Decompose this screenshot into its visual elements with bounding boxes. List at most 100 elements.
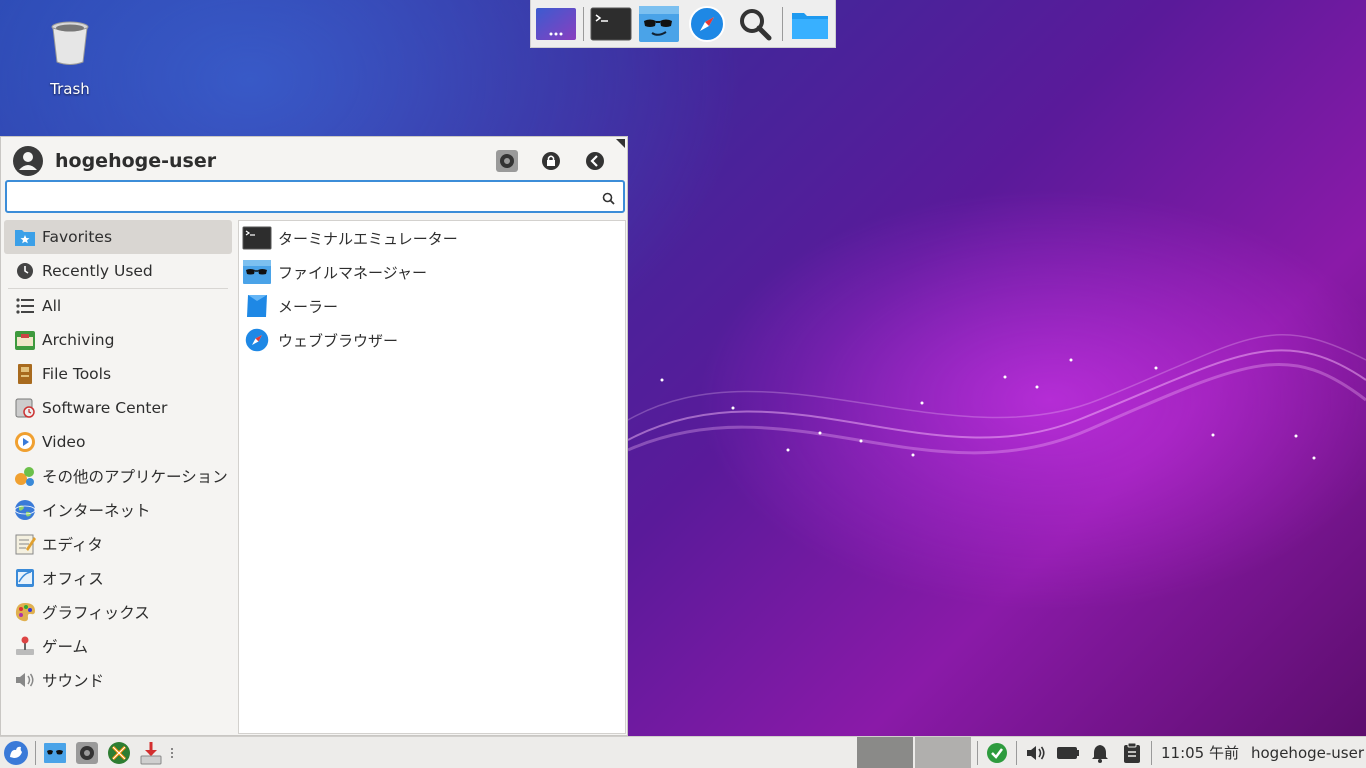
search-icon (602, 190, 615, 209)
mail-icon (242, 292, 272, 320)
taskbar-separator (35, 740, 36, 765)
category-label: サウンド (42, 672, 105, 690)
clock[interactable]: 11:05 午前 (1161, 742, 1239, 763)
category-internet[interactable]: インターネット (4, 493, 232, 527)
lock-screen-button[interactable] (539, 149, 563, 173)
web-browser-icon (242, 326, 272, 354)
application-list: ターミナルエミュレーター ファイルマネージャー メーラー ウェブブラウザー (238, 220, 626, 734)
category-all[interactable]: All (4, 289, 232, 323)
category-label: Recently Used (42, 262, 153, 280)
app-label: ターミナルエミュレーター (278, 229, 458, 248)
terminal-icon[interactable] (590, 5, 632, 43)
file-manager-icon[interactable] (39, 737, 71, 768)
user-avatar-icon (13, 146, 43, 176)
workspace-2[interactable] (915, 736, 971, 768)
taskbar-username[interactable]: hogehoge-user (1251, 744, 1364, 762)
archive-icon (14, 329, 36, 351)
trash-icon (50, 20, 90, 66)
menu-username: hogehoge-user (55, 150, 217, 172)
volume-icon[interactable] (1020, 737, 1052, 768)
taskbar: 11:05 午前 hogehoge-user (0, 736, 1366, 768)
software-center-icon (14, 397, 36, 419)
category-game[interactable]: ゲーム (4, 629, 232, 663)
category-list: Favorites Recently Used All Archiving Fi… (4, 220, 232, 697)
log-out-button[interactable] (583, 149, 607, 173)
category-other-apps[interactable]: その他のアプリケーション (4, 459, 232, 493)
category-recently-used[interactable]: Recently Used (4, 254, 232, 288)
search-icon[interactable] (734, 5, 776, 43)
folder-icon[interactable] (789, 5, 831, 43)
list-icon (14, 295, 36, 317)
menu-header: hogehoge-user (13, 143, 607, 179)
taskbar-separator (1016, 740, 1017, 765)
category-file-tools[interactable]: File Tools (4, 357, 232, 391)
app-label: ファイルマネージャー (278, 263, 427, 282)
office-icon (14, 567, 36, 589)
category-label: Software Center (42, 399, 168, 417)
category-label: Video (42, 433, 86, 451)
category-label: All (42, 297, 62, 315)
workspace-1[interactable] (857, 736, 913, 768)
category-label: オフィス (42, 570, 104, 588)
taskbar-separator (977, 740, 978, 765)
x-apps-icon[interactable] (103, 737, 135, 768)
file-tools-icon (14, 363, 36, 385)
internet-icon (14, 499, 36, 521)
battery-icon[interactable] (1052, 737, 1084, 768)
trash-label: Trash (50, 80, 90, 98)
download-installer-icon[interactable] (135, 737, 167, 768)
category-video[interactable]: Video (4, 425, 232, 459)
dock-separator (782, 6, 783, 41)
resize-grip[interactable] (616, 139, 625, 148)
app-label: ウェブブラウザー (278, 331, 399, 350)
drag-handle-icon[interactable] (167, 737, 177, 768)
notification-bell-icon[interactable] (1084, 737, 1116, 768)
menu-search-field[interactable] (5, 180, 625, 213)
category-sound[interactable]: サウンド (4, 663, 232, 697)
game-icon (14, 635, 36, 657)
editor-icon (14, 533, 36, 555)
category-graphics[interactable]: グラフィックス (4, 595, 232, 629)
clipboard-icon[interactable] (1116, 737, 1148, 768)
app-file-manager[interactable]: ファイルマネージャー (239, 255, 625, 289)
other-apps-icon (14, 465, 36, 487)
category-label: Favorites (42, 228, 113, 246)
category-editor[interactable]: エディタ (4, 527, 232, 561)
wallpaper-wave (628, 334, 1366, 460)
category-archiving[interactable]: Archiving (4, 323, 232, 357)
web-browser-icon[interactable] (686, 5, 728, 43)
app-mailer[interactable]: メーラー (239, 289, 625, 323)
app-label: メーラー (278, 297, 339, 316)
app-web-browser[interactable]: ウェブブラウザー (239, 323, 625, 357)
dock-separator (583, 6, 584, 41)
update-status-icon[interactable] (981, 737, 1013, 768)
application-menu: hogehoge-user Favorites Recently Used Al… (0, 136, 628, 736)
workspace-switcher-icon[interactable] (535, 5, 577, 43)
category-label: エディタ (42, 536, 103, 554)
category-favorites[interactable]: Favorites (4, 220, 232, 254)
file-manager-icon[interactable] (638, 5, 680, 43)
terminal-icon (242, 224, 272, 252)
dock (530, 0, 836, 48)
category-label: グラフィックス (42, 604, 150, 622)
category-software-center[interactable]: Software Center (4, 391, 232, 425)
category-label: Archiving (42, 331, 115, 349)
file-manager-icon (242, 258, 272, 286)
favorites-icon (14, 226, 36, 248)
category-office[interactable]: オフィス (4, 561, 232, 595)
whisker-menu-button[interactable] (0, 737, 32, 768)
category-label: ゲーム (42, 638, 89, 656)
search-input[interactable] (7, 182, 577, 211)
taskbar-separator (1151, 740, 1152, 765)
graphics-icon (14, 601, 36, 623)
category-label: その他のアプリケーション (42, 468, 228, 486)
settings-button[interactable] (495, 149, 519, 173)
app-terminal-emulator[interactable]: ターミナルエミュレーター (239, 221, 625, 255)
sound-icon (14, 669, 36, 691)
category-label: File Tools (42, 365, 112, 383)
settings-manager-icon[interactable] (71, 737, 103, 768)
clock-icon (14, 260, 36, 282)
desktop-trash[interactable]: Trash (40, 20, 100, 98)
category-label: インターネット (42, 502, 151, 520)
video-icon (14, 431, 36, 453)
